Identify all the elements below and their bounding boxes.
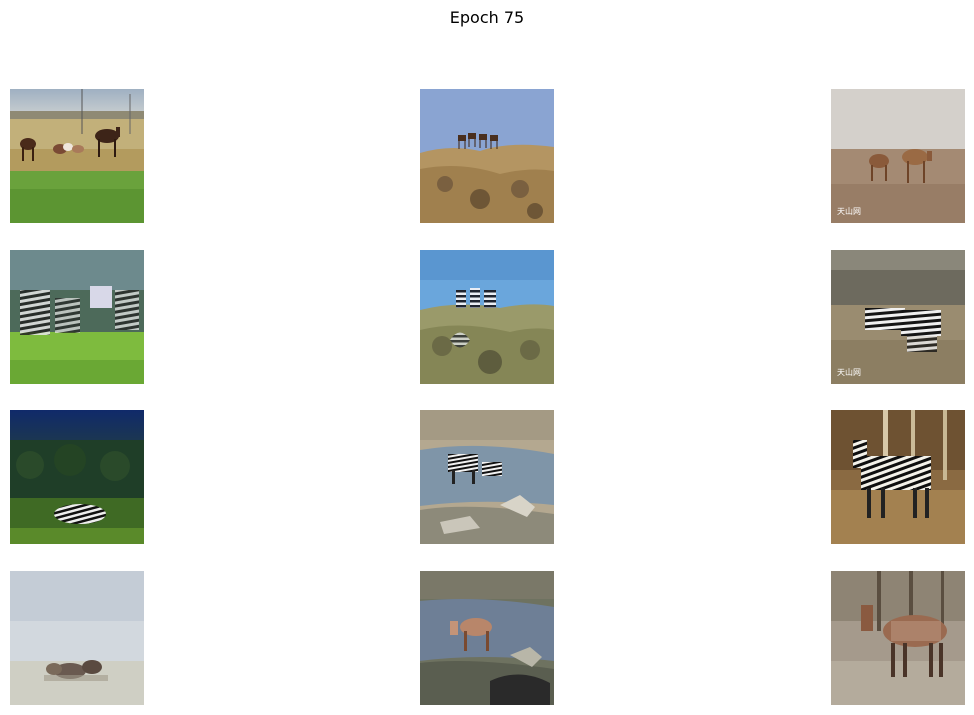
image-zebra-translated-plain: 天山网 xyxy=(831,250,965,384)
image-zebra-dry-trees xyxy=(831,410,965,544)
image-zebra-lying-dusk xyxy=(10,410,144,544)
image-horses-field xyxy=(10,89,144,223)
watermark-text: 天山网 xyxy=(837,367,861,377)
image-zebras-waterhole xyxy=(420,410,554,544)
image-zebra-translated-hilltop xyxy=(420,250,554,384)
image-horse-translated-pale xyxy=(10,571,144,705)
figure-title: Epoch 75 xyxy=(449,8,525,27)
image-zebra-translated-field xyxy=(10,250,144,384)
image-horse-translated-trees xyxy=(831,571,965,705)
image-horse-translated-waterhole xyxy=(420,571,554,705)
image-horses-hilltop xyxy=(420,89,554,223)
watermark-text: 天山网 xyxy=(837,206,861,216)
image-horses-plain: 天山网 xyxy=(831,89,965,223)
